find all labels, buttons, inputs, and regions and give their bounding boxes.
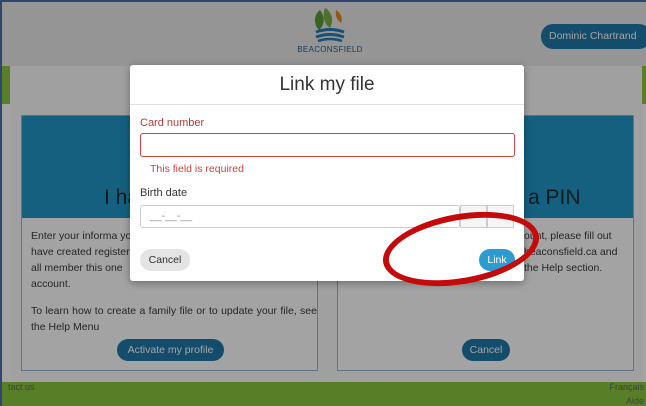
birth-date-input[interactable]: __-__-__: [140, 205, 460, 228]
dialog-header: Link my file: [130, 65, 524, 105]
link-button[interactable]: Link: [479, 249, 515, 271]
clear-date-icon[interactable]: ×: [460, 205, 487, 228]
card-number-error: This field is required: [150, 163, 244, 175]
calendar-dropdown-icon[interactable]: ▾: [487, 205, 514, 228]
link-file-dialog: Link my file Card number This field is r…: [130, 65, 524, 281]
card-number-input[interactable]: [140, 133, 515, 157]
dialog-title: Link my file: [279, 74, 375, 95]
card-number-label: Card number: [140, 117, 205, 129]
dialog-cancel-button[interactable]: Cancel: [140, 249, 190, 271]
birth-date-label: Birth date: [140, 187, 188, 199]
